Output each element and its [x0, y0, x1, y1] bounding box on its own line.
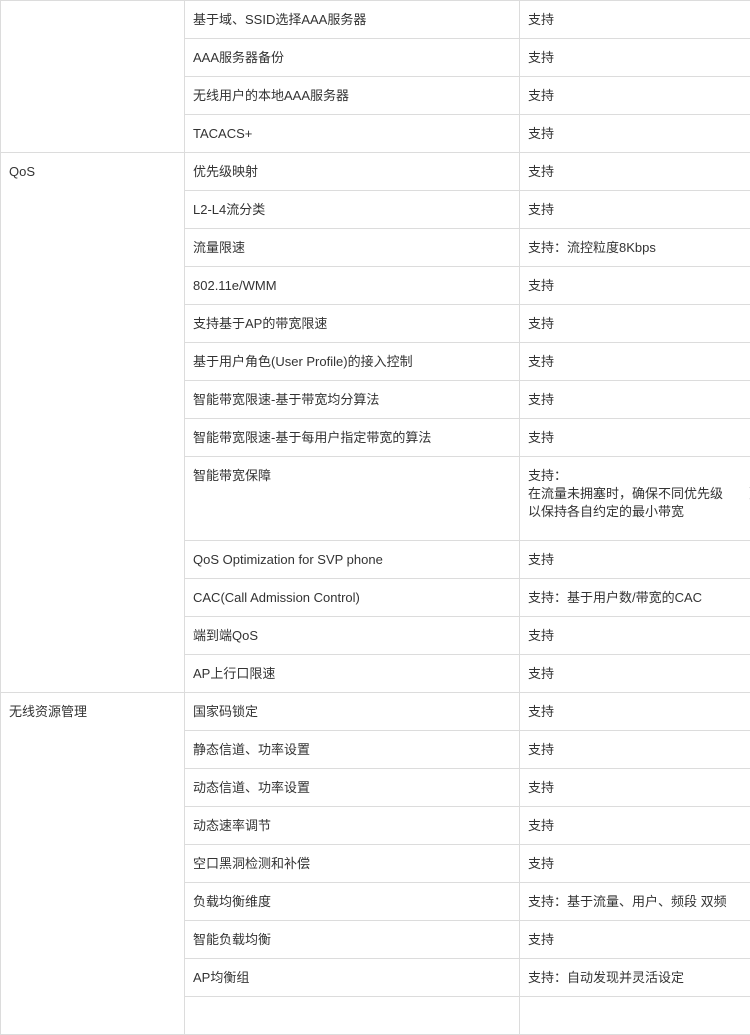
feature-cell: 动态信道、功率设置 [185, 769, 520, 807]
value-line: 在流量未拥塞时，确保不同优先级 ） [528, 485, 750, 503]
feature-cell: 流量限速 [185, 229, 520, 267]
feature-cell: AP均衡组 [185, 959, 520, 997]
value-cell: 支持 [520, 191, 750, 229]
value-cell: 支持 [520, 921, 750, 959]
feature-cell: 802.11e/WMM [185, 267, 520, 305]
feature-cell: QoS Optimization for SVP phone [185, 541, 520, 579]
value-cell: 支持 [520, 655, 750, 693]
value-cell [520, 997, 750, 1035]
value-cell: 支持 [520, 807, 750, 845]
feature-cell: 智能带宽限速-基于每用户指定带宽的算法 [185, 419, 520, 457]
value-cell: 支持 [520, 343, 750, 381]
feature-cell: 动态速率调节 [185, 807, 520, 845]
value-cell: 支持 [520, 541, 750, 579]
value-cell: 支持 [520, 845, 750, 883]
value-cell: 支持 [520, 305, 750, 343]
feature-cell: 基于用户角色(User Profile)的接入控制 [185, 343, 520, 381]
feature-cell: CAC(Call Admission Control) [185, 579, 520, 617]
table-row: QoS 优先级映射 支持 [1, 153, 750, 191]
value-cell: 支持：流控粒度8Kbps [520, 229, 750, 267]
feature-cell: 端到端QoS [185, 617, 520, 655]
feature-cell: TACACS+ [185, 115, 520, 153]
value-cell: 支持：自动发现并灵活设定 [520, 959, 750, 997]
feature-cell: 基于域、SSID选择AAA服务器 [185, 1, 520, 39]
feature-cell: 智能带宽限速-基于带宽均分算法 [185, 381, 520, 419]
value-cell: 支持 [520, 617, 750, 655]
value-cell: 支持：基于流量、用户、频段 双频 第 [520, 883, 750, 921]
feature-cell: AAA服务器备份 [185, 39, 520, 77]
feature-cell: 智能负载均衡 [185, 921, 520, 959]
feature-cell [185, 997, 520, 1035]
feature-cell: 空口黑洞检测和补偿 [185, 845, 520, 883]
value-cell: 支持： 在流量未拥塞时，确保不同优先级 ） 以保持各自约定的最小带宽 [520, 457, 750, 541]
value-cell: 支持 [520, 1, 750, 39]
value-cell: 支持 [520, 419, 750, 457]
feature-cell: L2-L4流分类 [185, 191, 520, 229]
table-row: 无线资源管理 国家码锁定 支持 [1, 693, 750, 731]
value-cell: 支持：基于用户数/带宽的CAC [520, 579, 750, 617]
feature-cell: 静态信道、功率设置 [185, 731, 520, 769]
feature-cell: 国家码锁定 [185, 693, 520, 731]
value-cell: 支持 [520, 693, 750, 731]
category-cell: QoS [1, 153, 185, 693]
feature-cell: 负载均衡维度 [185, 883, 520, 921]
feature-cell: 无线用户的本地AAA服务器 [185, 77, 520, 115]
value-cell: 支持 [520, 39, 750, 77]
feature-cell: 支持基于AP的带宽限速 [185, 305, 520, 343]
value-cell: 支持 [520, 115, 750, 153]
value-line: 支持： [528, 467, 750, 485]
feature-cell: 智能带宽保障 [185, 457, 520, 541]
value-line: 以保持各自约定的最小带宽 [528, 503, 750, 521]
table-row: 基于域、SSID选择AAA服务器 支持 [1, 1, 750, 39]
value-text: 支持：基于流量、用户、频段 双频 [528, 894, 750, 909]
value-cell: 支持 [520, 153, 750, 191]
value-cell: 支持 [520, 381, 750, 419]
feature-cell: 优先级映射 [185, 153, 520, 191]
value-cell: 支持 [520, 267, 750, 305]
value-cell: 支持 [520, 77, 750, 115]
category-cell [1, 1, 185, 153]
value-cell: 支持 [520, 731, 750, 769]
feature-cell: AP上行口限速 [185, 655, 520, 693]
spec-table: 基于域、SSID选择AAA服务器 支持 AAA服务器备份 支持 无线用户的本地A… [0, 0, 750, 1035]
category-cell: 无线资源管理 [1, 693, 185, 1035]
value-cell: 支持 [520, 769, 750, 807]
